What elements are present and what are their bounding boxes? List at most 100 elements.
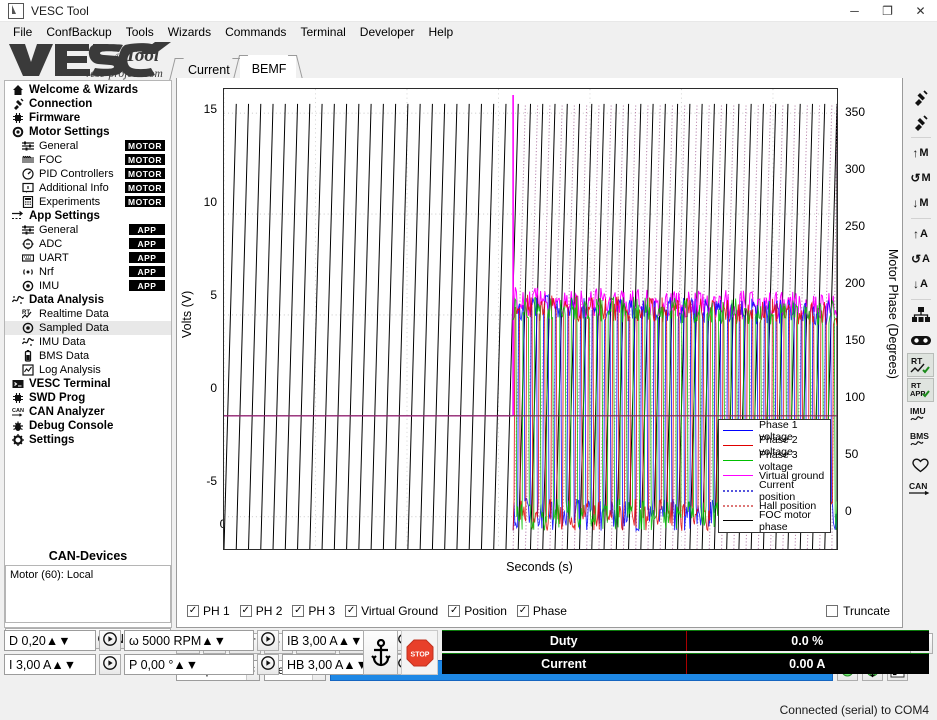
checkbox-ph-3[interactable]: ✓ PH 3: [292, 604, 335, 618]
duty-field[interactable]: D 0,20 ▲▼: [4, 630, 96, 651]
checkbox-truncate[interactable]: Truncate: [826, 604, 890, 618]
anchor-button[interactable]: [363, 630, 398, 675]
current-field-stepper[interactable]: ▲▼: [51, 658, 76, 672]
can-network-icon[interactable]: [907, 303, 934, 327]
sidebar-item-label: General: [39, 224, 79, 236]
minimize-button[interactable]: ─: [838, 0, 871, 22]
sidebar-item-label: FOC: [39, 154, 63, 166]
sidebar-item-vesc-terminal[interactable]: VESC Terminal: [5, 377, 171, 391]
sidebar-item-nrf[interactable]: Nrf APP: [5, 265, 171, 279]
write-app-icon[interactable]: ↓ A: [907, 272, 934, 296]
menu-item-wizards[interactable]: Wizards: [161, 23, 218, 41]
menu-item-confbackup[interactable]: ConfBackup: [39, 23, 118, 41]
rpm-field-stepper[interactable]: ▲▼: [201, 634, 226, 648]
connect-icon[interactable]: [907, 85, 934, 109]
sidebar-item-firmware[interactable]: Firmware: [5, 111, 171, 125]
checkbox-box[interactable]: ✓: [516, 605, 529, 617]
checkbox-box[interactable]: [826, 605, 839, 617]
sidebar-item-bms-data[interactable]: BMS Data: [5, 349, 171, 363]
sidebar-item-uart[interactable]: UART APP: [5, 251, 171, 265]
position-run-button[interactable]: [257, 654, 279, 675]
realtime-app-icon[interactable]: RT APP: [907, 378, 934, 402]
menu-item-commands[interactable]: Commands: [218, 23, 293, 41]
duty-field-stepper[interactable]: ▲▼: [46, 634, 71, 648]
checkbox-box[interactable]: ✓: [239, 605, 252, 617]
read-default-app-icon[interactable]: ↺ A: [907, 247, 934, 271]
sidebar-item-label: Firmware: [29, 112, 81, 124]
gamepad-icon[interactable]: [907, 328, 934, 352]
sidebar-item-experiments[interactable]: Experiments MOTOR: [5, 195, 171, 209]
sidebar-item-imu[interactable]: IMU APP: [5, 279, 171, 293]
terminal-icon: [11, 378, 24, 391]
sidebar-item-adc[interactable]: ADC APP: [5, 237, 171, 251]
sidebar-item-swd-prog[interactable]: SWD Prog: [5, 391, 171, 405]
right-toolbar-label: M: [921, 172, 931, 184]
checkbox-box[interactable]: ✓: [448, 605, 461, 617]
checkbox-box[interactable]: ✓: [187, 605, 199, 617]
tab-current[interactable]: Current: [169, 58, 247, 80]
sidebar-item-connection[interactable]: Connection: [5, 97, 171, 111]
toolbar-separator: [910, 218, 931, 219]
duty-run-button[interactable]: [99, 630, 121, 651]
can-icon[interactable]: CAN: [907, 478, 934, 502]
can-devices-list[interactable]: Motor (60): Local: [5, 565, 171, 623]
menu-item-tools[interactable]: Tools: [119, 23, 161, 41]
maximize-button[interactable]: ❐: [871, 0, 904, 22]
position-field-stepper[interactable]: ▲▼: [173, 658, 198, 672]
checkbox-label: Position: [464, 604, 507, 618]
sidebar-item-app-settings[interactable]: App Settings: [5, 209, 171, 223]
bug-icon: [11, 420, 24, 433]
stop-button[interactable]: STOP: [401, 630, 438, 675]
sidebar-item-settings[interactable]: Settings: [5, 433, 171, 447]
sidebar-item-motor-settings[interactable]: Motor Settings: [5, 125, 171, 139]
sidebar-item-pid-controllers[interactable]: PID Controllers MOTOR: [5, 167, 171, 181]
menu-item-terminal[interactable]: Terminal: [293, 23, 352, 41]
tab-bemf-label: BEMF: [251, 61, 287, 76]
sidebar-item-general[interactable]: General APP: [5, 223, 171, 237]
write-motor-icon[interactable]: ↓ M: [907, 191, 934, 215]
current-run-button[interactable]: [99, 654, 121, 675]
menu-item-file[interactable]: File: [6, 23, 39, 41]
sidebar-item-sampled-data[interactable]: Sampled Data: [5, 321, 171, 335]
current-field[interactable]: I 3,00 A ▲▼: [4, 654, 96, 675]
checkbox-position[interactable]: ✓ Position: [448, 604, 507, 618]
sidebar-item-welcome-wizards[interactable]: Welcome & Wizards: [5, 83, 171, 97]
disconnect-icon[interactable]: [907, 110, 934, 134]
menu-item-developer[interactable]: Developer: [353, 23, 422, 41]
realtime-data-icon[interactable]: RT: [907, 353, 934, 377]
sidebar-item-additional-info[interactable]: Additional Info MOTOR: [5, 181, 171, 195]
ib-field-stepper[interactable]: ▲▼: [338, 634, 363, 648]
calculator-icon: [21, 196, 34, 209]
position-field[interactable]: P 0,00 ° ▲▼: [124, 654, 254, 675]
can-device-item[interactable]: Motor (60): Local: [10, 569, 166, 581]
sidebar-badge: APP: [129, 280, 165, 291]
read-motor-icon[interactable]: ↑ M: [907, 141, 934, 165]
bms-icon[interactable]: BMS: [907, 428, 934, 452]
checkbox-box[interactable]: ✓: [292, 605, 305, 617]
sidebar-item-foc[interactable]: FOC MOTOR: [5, 153, 171, 167]
read-default-motor-icon[interactable]: ↺ M: [907, 166, 934, 190]
health-icon[interactable]: [907, 453, 934, 477]
checkbox-ph-1[interactable]: ✓ PH 1: [187, 604, 230, 618]
sidebar-item-debug-console[interactable]: Debug Console: [5, 419, 171, 433]
sidebar-item-imu-data[interactable]: IMU Data: [5, 335, 171, 349]
sidebar-item-log-analysis[interactable]: Log Analysis: [5, 363, 171, 377]
rpm-run-button[interactable]: [257, 630, 279, 651]
sidebar-item-general[interactable]: General MOTOR: [5, 139, 171, 153]
sidebar-item-data-analysis[interactable]: Data Analysis: [5, 293, 171, 307]
close-button[interactable]: ✕: [904, 0, 937, 22]
checkbox-box[interactable]: ✓: [345, 605, 358, 617]
imu-icon[interactable]: IMU: [907, 403, 934, 427]
sidebar-badge: APP: [129, 238, 165, 249]
rpm-field[interactable]: ω 5000 RPM ▲▼: [124, 630, 254, 651]
checkbox-virtual-ground[interactable]: ✓ Virtual Ground: [345, 604, 438, 618]
sidebar-item-can-analyzer[interactable]: CAN CAN Analyzer: [5, 405, 171, 419]
sidebar-item-realtime-data[interactable]: RT Realtime Data: [5, 307, 171, 321]
menu-item-help[interactable]: Help: [422, 23, 461, 41]
tab-bemf[interactable]: BEMF: [232, 55, 304, 80]
read-app-icon[interactable]: ↑ A: [907, 222, 934, 246]
checkbox-ph-2[interactable]: ✓ PH 2: [239, 604, 282, 618]
plot-area[interactable]: Phase 1 voltage Phase 2 voltage Phase 3 vo…: [223, 88, 838, 550]
duty-gauge-value: 0.0 %: [791, 634, 824, 648]
checkbox-phase[interactable]: ✓ Phase: [516, 604, 567, 618]
